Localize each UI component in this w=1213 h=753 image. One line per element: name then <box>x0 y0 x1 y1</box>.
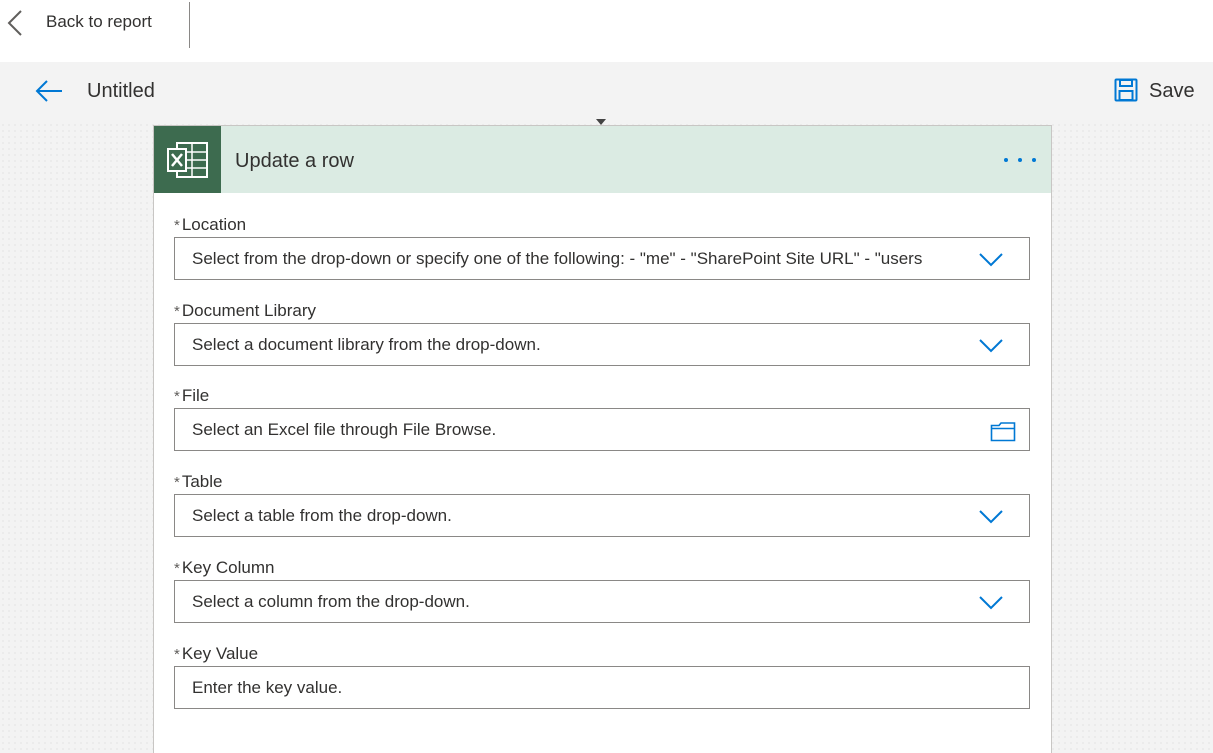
chevron-down-icon[interactable] <box>979 339 1003 353</box>
file-placeholder: Select an Excel file through File Browse… <box>192 420 497 439</box>
location-label-text: Location <box>181 215 247 234</box>
required-marker: * <box>174 646 180 663</box>
chevron-down-icon[interactable] <box>979 253 1003 267</box>
document-library-label: * Document Library <box>174 301 316 321</box>
chevron-down-icon[interactable] <box>979 596 1003 610</box>
required-marker: * <box>174 388 180 405</box>
flow-header <box>0 62 1213 120</box>
save-button[interactable]: Save <box>1112 76 1202 106</box>
excel-tile <box>154 126 221 193</box>
key-column-label-text: Key Column <box>181 558 275 577</box>
key-value-label: * Key Value <box>174 644 258 664</box>
flow-title[interactable]: Untitled <box>87 80 155 103</box>
document-library-dropdown[interactable]: Select a document library from the drop-… <box>174 323 1030 366</box>
more-dot-icon <box>1004 158 1008 162</box>
save-label: Save <box>1149 80 1195 102</box>
more-dot-icon <box>1018 158 1022 162</box>
required-marker: * <box>174 217 180 234</box>
table-placeholder: Select a table from the drop-down. <box>192 506 452 525</box>
table-label-text: Table <box>181 472 223 491</box>
required-marker: * <box>174 560 180 577</box>
table-dropdown[interactable]: Select a table from the drop-down. <box>174 494 1030 537</box>
chevron-left-icon <box>7 10 22 36</box>
file-label: * File <box>174 386 209 406</box>
key-column-placeholder: Select a column from the drop-down. <box>192 592 470 611</box>
key-value-input[interactable]: Enter the key value. <box>174 666 1030 709</box>
top-bar: Back to report <box>0 0 1213 62</box>
location-dropdown[interactable]: Select from the drop-down or specify one… <box>174 237 1030 280</box>
document-library-placeholder: Select a document library from the drop-… <box>192 335 541 354</box>
folder-icon[interactable] <box>990 420 1016 442</box>
table-label: * Table <box>174 472 222 492</box>
save-icon <box>1114 78 1138 102</box>
arrow-left-icon[interactable] <box>35 78 63 104</box>
key-value-label-text: Key Value <box>181 644 259 663</box>
chevron-down-icon[interactable] <box>979 510 1003 524</box>
key-column-label: * Key Column <box>174 558 274 578</box>
key-column-dropdown[interactable]: Select a column from the drop-down. <box>174 580 1030 623</box>
action-card: Update a row * Location Select from the d… <box>153 125 1052 753</box>
location-label: * Location <box>174 215 246 235</box>
file-field[interactable]: Select an Excel file through File Browse… <box>174 408 1030 451</box>
more-dot-icon <box>1032 158 1036 162</box>
required-marker: * <box>174 303 180 320</box>
back-to-report-label: Back to report <box>46 12 152 31</box>
key-value-placeholder: Enter the key value. <box>192 678 343 697</box>
back-to-report-button[interactable]: Back to report <box>0 0 190 46</box>
location-placeholder: Select from the drop-down or specify one… <box>192 249 923 268</box>
excel-icon <box>167 142 208 178</box>
action-card-title: Update a row <box>235 150 354 172</box>
more-options-button[interactable] <box>1002 152 1038 168</box>
divider <box>189 2 190 48</box>
document-library-label-text: Document Library <box>181 301 317 320</box>
action-card-header[interactable]: Update a row <box>154 126 1051 193</box>
required-marker: * <box>174 474 180 491</box>
file-label-text: File <box>181 386 210 405</box>
